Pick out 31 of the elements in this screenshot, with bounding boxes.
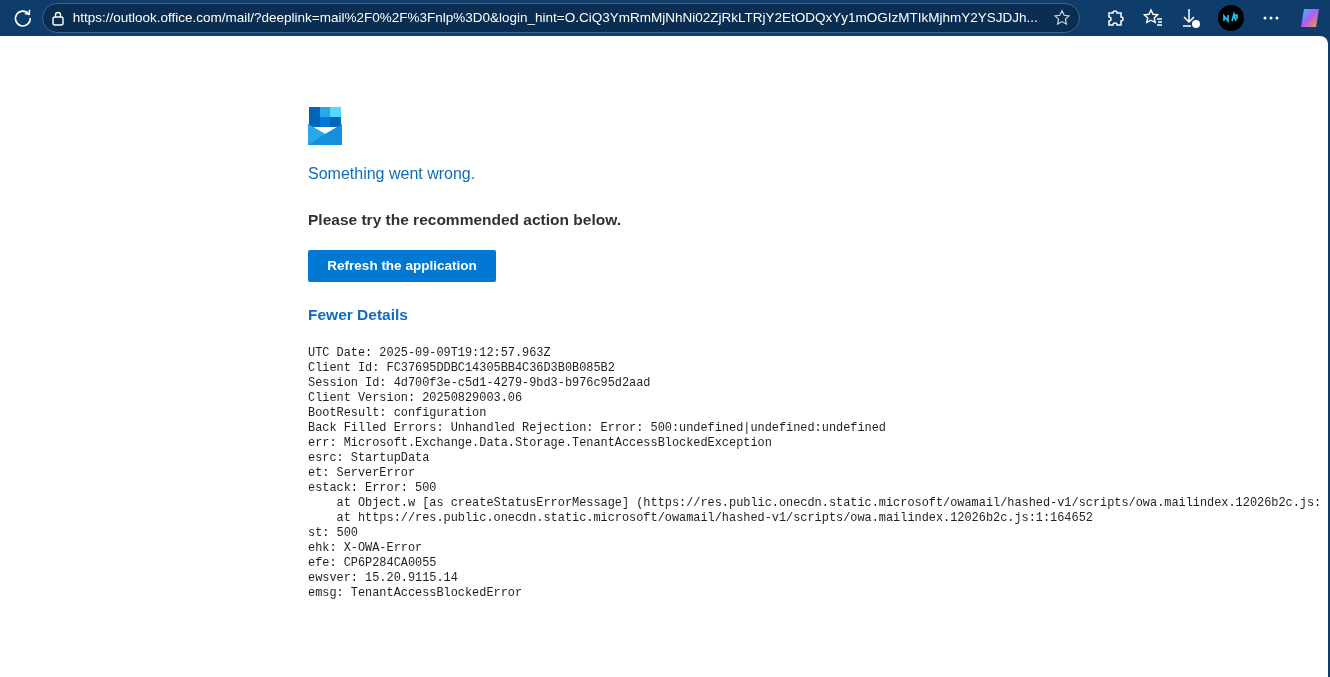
url-text: https://outlook.office.com/mail/?deeplink=mail%2F0%2F%3Fnlp%3D0&login_hint=O.CiQ3YmRmMjNhNi02ZjRkLTRjY2EtODQxYy1mOGIzMTIkMjhmY2YSJDJh... xyxy=(72,8,1038,27)
detail-line: err: Microsoft.Exchange.Data.Storage.TenantAccessBlockedException xyxy=(308,436,773,452)
detail-line: Client Version: 20250829003.06 xyxy=(308,391,524,407)
fewer-details-link[interactable]: Fewer Details xyxy=(308,303,408,327)
detail-line: et: ServerError xyxy=(308,466,417,482)
refresh-button[interactable]: Refresh the application xyxy=(308,250,496,283)
error-title: Something went wrong. xyxy=(308,164,477,184)
detail-line: ewsver: 15.20.9115.14 xyxy=(308,571,459,587)
download-icon[interactable] xyxy=(1180,7,1202,29)
detail-line: ehk: X-OWA-Error xyxy=(308,541,424,557)
detail-line: UTC Date: 2025-09-09T19:12:57.963Z xyxy=(308,346,552,362)
detail-line: Session Id: 4d700f3e-c5d1-4279-9bd3-b976c95d2aad xyxy=(308,376,652,392)
assistant-logo-icon[interactable] xyxy=(1298,6,1322,30)
error-message: Please try the recommended action below. xyxy=(308,210,622,230)
lock-icon[interactable] xyxy=(50,10,65,26)
detail-line: at Object.w [as createStatusErrorMessage] (https://res.public.onecdn.static.microsoft/owamail/hashed-v1/scripts/owa.mailindex.12026b2c.js: xyxy=(335,496,1323,512)
detail-line: esrc: StartupData xyxy=(308,451,431,467)
address-bar[interactable]: https://outlook.office.com/mail/?deeplink=mail%2F0%2F%3Fnlp%3D0&login_hint=O.CiQ3YmRmMjNhNi02ZjRkLTRjY2EtODQxYy1mOGIzMTIkMjhmY2YSJDJh... xyxy=(41,3,1080,33)
star-icon[interactable] xyxy=(1053,9,1071,27)
refresh-icon[interactable] xyxy=(12,7,34,29)
detail-line: Back Filled Errors: Unhandled Rejection: Error: 500:undefined|undefined:undefined xyxy=(308,421,887,437)
detail-line: BootResult: configuration xyxy=(308,406,488,422)
detail-line: at https://res.public.onecdn.static.microsoft/owamail/hashed-v1/scripts/owa.mailindex.12026b2c.js:1:164652 xyxy=(335,511,1094,527)
favorites-icon[interactable] xyxy=(1142,7,1164,29)
mail-app-logo-icon xyxy=(308,107,342,145)
detail-line: st: 500 xyxy=(308,526,359,542)
extension-logo-icon[interactable] xyxy=(1218,5,1244,31)
detail-line: Client Id: FC37695DDBC14305BB4C36D3B0B085B2 xyxy=(308,361,616,377)
detail-line: estack: Error: 500 xyxy=(308,481,438,497)
detail-line: emsg: TenantAccessBlockedError xyxy=(308,586,524,602)
detail-line: efe: CP6P284CA0055 xyxy=(308,556,438,572)
